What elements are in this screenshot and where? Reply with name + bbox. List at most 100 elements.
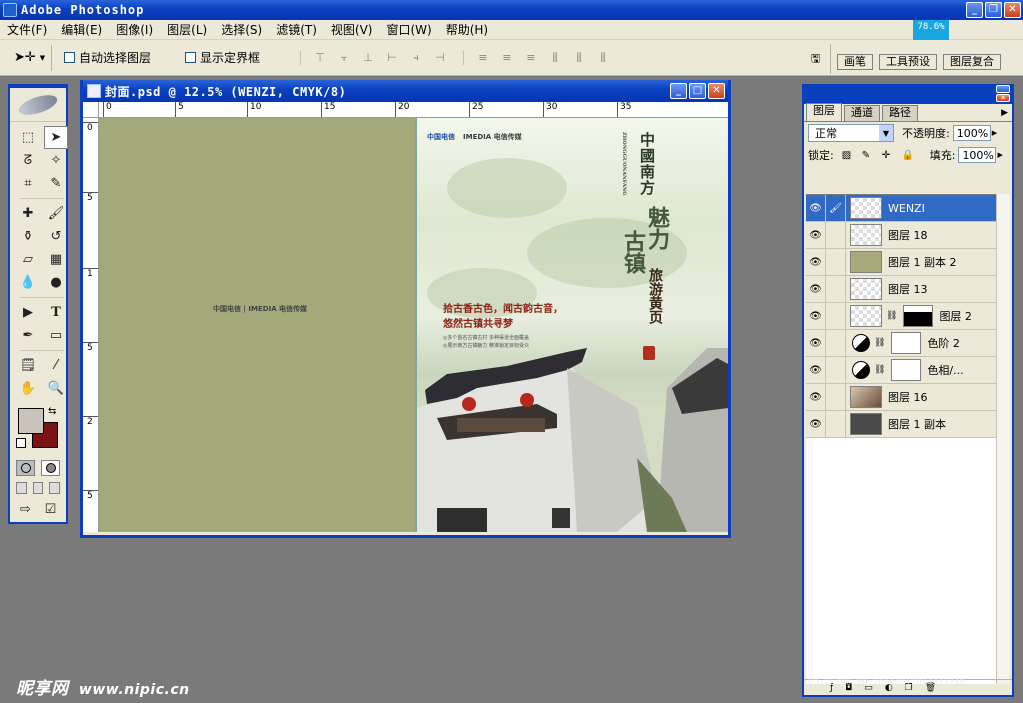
checkbox-box[interactable] xyxy=(64,52,75,63)
menu-file[interactable]: 文件(F) xyxy=(0,21,54,38)
lock-position-icon[interactable]: ✛ xyxy=(882,149,894,161)
layer-row[interactable]: 👁 图层 1 副本 2 xyxy=(806,248,996,276)
menu-edit[interactable]: 编辑(E) xyxy=(54,21,109,38)
distribute-top-icon[interactable]: ≡ xyxy=(476,51,490,65)
chain-link-icon[interactable]: ⛓ xyxy=(874,338,885,348)
brush-tool-icon[interactable]: 🖌 xyxy=(44,202,68,225)
eyedropper-tool-icon[interactable]: ⁄ xyxy=(44,354,68,377)
layer-row[interactable]: 👁 ⛓ 图层 2 xyxy=(806,302,996,330)
layer-row[interactable]: 👁 🖌 WENZI xyxy=(806,194,996,222)
hand-tool-icon[interactable]: ✋ xyxy=(16,377,40,400)
link-slot[interactable] xyxy=(826,302,846,330)
link-slot[interactable] xyxy=(826,329,846,357)
eye-icon[interactable]: 👁 xyxy=(806,221,826,249)
lock-image-icon[interactable]: ✎ xyxy=(862,149,874,161)
full-screen-icon[interactable] xyxy=(49,482,61,494)
doc-maximize-button[interactable]: □ xyxy=(689,83,706,99)
image-canvas[interactable]: 中国电信 | IMEDIA 电信传媒 中国电信 IMEDIA 电信传媒 中國南方… xyxy=(99,118,728,532)
auto-select-layer-checkbox[interactable]: 自动选择图层 xyxy=(64,49,151,66)
distribute-left-icon[interactable]: ⫼ xyxy=(548,51,562,65)
palette-minimize-button[interactable]: _ xyxy=(996,85,1010,93)
layer-row[interactable]: 👁 图层 1 副本 xyxy=(806,410,996,438)
tab-channels[interactable]: 通道 xyxy=(844,105,880,121)
layer-row[interactable]: 👁 图层 13 xyxy=(806,275,996,303)
checkbox-box[interactable] xyxy=(185,52,197,63)
doc-close-button[interactable]: ✕ xyxy=(708,83,725,99)
eye-icon[interactable]: 👁 xyxy=(806,383,826,411)
distribute-bottom-icon[interactable]: ≡ xyxy=(524,51,538,65)
gradient-tool-icon[interactable]: ▦ xyxy=(44,248,68,271)
layer-row[interactable]: 👁 ⛓ 色相/... xyxy=(806,356,996,384)
palette-close-button[interactable]: ✕ xyxy=(996,94,1010,102)
blend-mode-select[interactable]: 正常 ▼ xyxy=(808,124,894,142)
link-slot[interactable] xyxy=(826,221,846,249)
healing-brush-tool-icon[interactable]: ✚ xyxy=(16,202,40,225)
tab-brushes[interactable]: 画笔 xyxy=(837,54,873,70)
eye-icon[interactable]: 👁 xyxy=(806,410,826,438)
link-slot[interactable] xyxy=(826,356,846,384)
tab-tool-presets[interactable]: 工具预设 xyxy=(879,54,937,70)
doc-minimize-button[interactable]: _ xyxy=(670,83,687,99)
menu-view[interactable]: 视图(V) xyxy=(324,21,380,38)
align-left-icon[interactable]: ⊢ xyxy=(385,51,399,65)
fill-input[interactable]: 100% xyxy=(958,147,997,163)
align-vcenter-icon[interactable]: ⫟ xyxy=(337,51,351,65)
quick-mask-mode-button[interactable] xyxy=(41,460,60,476)
show-bounding-box-checkbox[interactable]: 显示定界框 xyxy=(185,49,260,66)
eye-icon[interactable]: 👁 xyxy=(806,329,826,357)
slice-tool-icon[interactable]: ✎ xyxy=(44,172,68,195)
eye-icon[interactable]: 👁 xyxy=(806,194,826,222)
link-slot[interactable] xyxy=(826,248,846,276)
magic-wand-tool-icon[interactable]: ✧ xyxy=(44,149,68,172)
eye-icon[interactable]: 👁 xyxy=(806,275,826,303)
chain-link-icon[interactable]: ⛓ xyxy=(874,365,885,375)
eye-icon[interactable]: 👁 xyxy=(806,302,826,330)
layer-row[interactable]: 👁 ⛓ 色阶 2 xyxy=(806,329,996,357)
menu-filter[interactable]: 滤镜(T) xyxy=(269,21,324,38)
marquee-tool-icon[interactable]: ⬚ xyxy=(16,126,40,149)
distribute-hcenter-icon[interactable]: ⫼ xyxy=(572,51,586,65)
chain-link-icon[interactable]: ⛓ xyxy=(886,311,897,321)
move-tool-icon[interactable]: ➤ xyxy=(44,126,68,149)
default-colors-icon[interactable] xyxy=(16,438,26,448)
crop-tool-icon[interactable]: ⌗ xyxy=(16,172,40,195)
tab-paths[interactable]: 路径 xyxy=(882,105,918,121)
align-top-icon[interactable]: ⊤ xyxy=(313,51,327,65)
tab-layer-comps[interactable]: 图层复合 xyxy=(943,54,1001,70)
eye-icon[interactable]: 👁 xyxy=(806,356,826,384)
align-hcenter-icon[interactable]: ⫞ xyxy=(409,51,423,65)
layer-row[interactable]: 👁 图层 18 xyxy=(806,221,996,249)
jump-to-imageready-icon[interactable]: ⇨ xyxy=(16,500,35,518)
shape-tool-icon[interactable]: ▭ xyxy=(44,324,68,347)
link-slot[interactable] xyxy=(826,275,846,303)
clone-stamp-tool-icon[interactable]: ⚱ xyxy=(16,225,40,248)
toolbox-header[interactable] xyxy=(10,88,66,122)
menu-layer[interactable]: 图层(L) xyxy=(160,21,214,38)
link-slot[interactable] xyxy=(826,410,846,438)
dodge-tool-icon[interactable]: ● xyxy=(44,271,68,294)
lock-all-icon[interactable]: 🔒 xyxy=(902,149,914,161)
type-tool-icon[interactable]: T xyxy=(44,301,68,324)
horizontal-ruler[interactable]: 0 5 10 15 20 25 30 35 xyxy=(99,102,728,118)
tab-layers[interactable]: 图层 xyxy=(806,103,842,121)
layers-scrollbar[interactable] xyxy=(996,194,1010,684)
standard-screen-icon[interactable] xyxy=(16,482,27,494)
foreground-color[interactable] xyxy=(18,408,44,434)
notes-tool-icon[interactable]: 🗒 xyxy=(16,354,40,377)
close-button[interactable]: ✕ xyxy=(1004,2,1021,18)
path-selection-tool-icon[interactable]: ▶ xyxy=(16,301,40,324)
fill-arrow-icon[interactable]: ▶ xyxy=(997,151,1002,159)
full-screen-menu-icon[interactable] xyxy=(32,482,44,494)
align-right-icon[interactable]: ⊣ xyxy=(433,51,447,65)
align-bottom-icon[interactable]: ⊥ xyxy=(361,51,375,65)
swap-colors-icon[interactable]: ⇆ xyxy=(48,406,56,417)
ruler-origin[interactable] xyxy=(83,102,99,118)
opacity-input[interactable]: 100% xyxy=(952,125,991,141)
link-slot[interactable] xyxy=(826,383,846,411)
layer-row[interactable]: 👁 图层 16 xyxy=(806,383,996,411)
brush-icon[interactable]: 🖌 xyxy=(826,194,846,222)
document-title-bar[interactable]: 封面.psd @ 12.5% (WENZI, CMYK/8) _ □ ✕ xyxy=(83,80,728,102)
lock-transparency-icon[interactable]: ▨ xyxy=(842,149,854,161)
tool-preset-picker[interactable]: ➤✛ ▼ xyxy=(14,44,52,71)
standard-mode-button[interactable] xyxy=(16,460,35,476)
